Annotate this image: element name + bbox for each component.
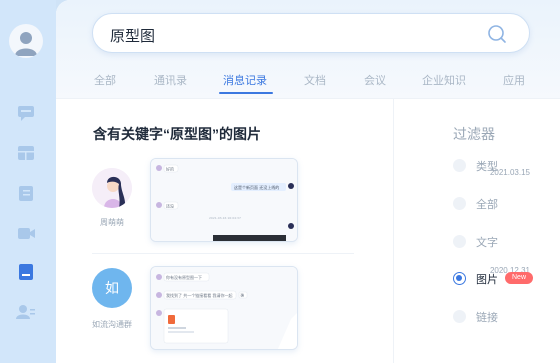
radio-button[interactable]: [453, 159, 466, 172]
filter-divider: [393, 98, 394, 363]
tab-messages[interactable]: 消息记录: [223, 72, 267, 88]
header-divider: [56, 98, 560, 99]
tab-docs[interactable]: 文档: [304, 72, 326, 88]
group-avatar[interactable]: 如: [92, 268, 132, 308]
filter-label: 类型: [476, 161, 498, 173]
chat-bubble: 好的: [166, 166, 174, 172]
chat-timestamp: 2021-03-16 16:04:37: [209, 216, 241, 220]
chat-bubble: 这是个新页面 还没上线的: [234, 184, 279, 190]
chat-bubble: 你有没有原型图一下: [166, 274, 202, 280]
row-divider: [92, 253, 354, 254]
table-icon[interactable]: [15, 143, 37, 163]
tab-apps[interactable]: 应用: [503, 72, 525, 88]
group-avatar-text: 如: [105, 280, 119, 296]
image-thumbnail[interactable]: 好的 这是个新页面 还没上线的 还没 2021-03-16 16:04:37: [150, 158, 298, 242]
filter-label: 链接: [476, 312, 498, 324]
radio-button[interactable]: [453, 197, 466, 210]
active-tab-indicator: [219, 92, 273, 94]
radio-button[interactable]: [453, 310, 466, 323]
people-icon[interactable]: [15, 302, 37, 322]
document-icon[interactable]: [15, 262, 37, 282]
image-thumbnail[interactable]: 你有没有原型图一下 我找到了 共一个链接看看 我请你一起 确: [150, 266, 298, 350]
chat-bubble: 确: [241, 293, 245, 298]
search-icon[interactable]: [487, 24, 507, 44]
category-tabs: 全部 通讯录 消息记录 文档 会议 企业知识 应用: [56, 72, 560, 94]
filter-label: 全部: [476, 199, 498, 211]
contacts-icon[interactable]: [15, 183, 37, 203]
video-icon[interactable]: [15, 223, 37, 243]
new-badge: New: [505, 272, 534, 284]
chat-bubble: 我找到了 共一个链接看看 我请你一起: [166, 292, 233, 298]
filter-label: 图片: [476, 274, 498, 286]
avatar[interactable]: [92, 168, 132, 208]
radio-button[interactable]: [453, 235, 466, 248]
radio-button-selected[interactable]: [453, 272, 466, 285]
results-title: 含有关键字“原型图”的图片: [93, 126, 261, 142]
chat-bubble: 还没: [166, 203, 174, 209]
filter-label: 文字: [476, 237, 498, 249]
tab-all[interactable]: 全部: [94, 72, 116, 88]
group-name[interactable]: 如流沟通群: [88, 319, 136, 330]
tab-contacts[interactable]: 通讯录: [154, 72, 187, 88]
tab-meetings[interactable]: 会议: [364, 72, 386, 88]
main-panel: 原型图 全部 通讯录 消息记录 文档 会议 企业知识 应用 含有关键字“原型图”…: [56, 0, 560, 363]
contact-name[interactable]: 周萌萌: [88, 217, 136, 228]
search-header: 原型图 全部 通讯录 消息记录 文档 会议 企业知识 应用: [56, 0, 560, 98]
left-rail: [0, 0, 56, 363]
tab-knowledge[interactable]: 企业知识: [422, 72, 466, 88]
message-icon[interactable]: [15, 103, 37, 123]
search-input[interactable]: 原型图: [92, 13, 530, 53]
filter-title: 过滤器: [453, 126, 495, 142]
search-query[interactable]: 原型图: [110, 25, 155, 46]
user-avatar[interactable]: [9, 24, 43, 58]
